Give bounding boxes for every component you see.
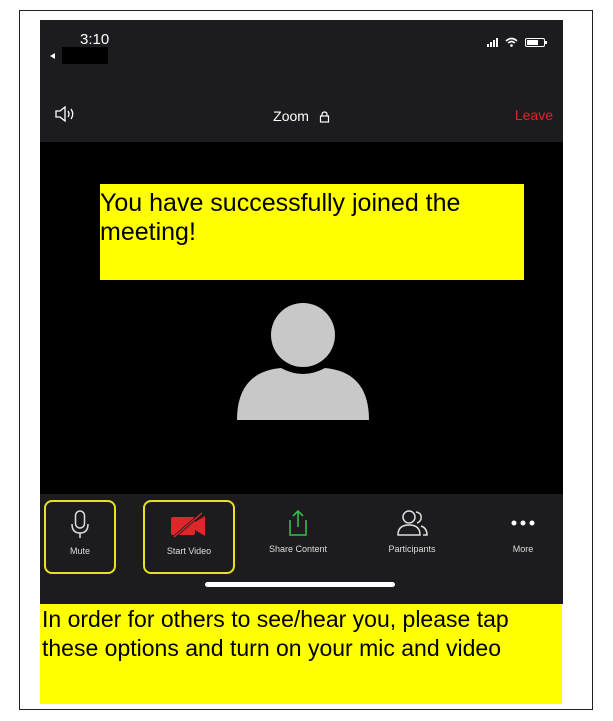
signal-icon <box>487 37 498 47</box>
video-stage: You have successfully joined the meeting… <box>40 142 563 494</box>
microphone-icon <box>71 510 89 538</box>
more-icon <box>511 520 535 526</box>
more-label: More <box>512 544 534 554</box>
more-button[interactable]: More <box>490 500 556 574</box>
share-icon <box>289 509 307 536</box>
mute-button[interactable]: Mute <box>44 500 116 574</box>
instruction-text: In order for others to see/hear you, ple… <box>42 606 509 661</box>
redaction-box <box>62 47 108 64</box>
leave-button[interactable]: Leave <box>515 107 553 123</box>
meeting-toolbar: Mute Start Video Share Content Participa… <box>40 494 563 604</box>
start-video-button[interactable]: Start Video <box>143 500 235 574</box>
status-bar: 3:10 <box>40 20 563 92</box>
battery-icon <box>525 37 547 47</box>
participants-label: Participants <box>388 544 436 554</box>
wifi-icon <box>505 37 518 47</box>
back-arrow-icon[interactable] <box>50 53 55 59</box>
share-content-button[interactable]: Share Content <box>250 500 346 574</box>
instruction-callout: In order for others to see/hear you, ple… <box>40 604 562 704</box>
participants-button[interactable]: Participants <box>366 500 458 574</box>
video-off-icon <box>171 510 205 540</box>
success-notice: You have successfully joined the meeting… <box>100 184 524 280</box>
share-content-label: Share Content <box>268 544 328 554</box>
meeting-header: Zoom Leave <box>40 92 563 142</box>
avatar-placeholder-icon <box>237 303 369 420</box>
status-time: 3:10 <box>80 31 110 48</box>
home-indicator <box>205 582 395 587</box>
mute-label: Mute <box>69 546 90 556</box>
success-notice-text: You have successfully joined the meeting… <box>100 189 461 246</box>
phone-screen: 3:10 Zoom Leave You have successfully jo… <box>40 20 563 604</box>
meeting-title-text: Zoom <box>273 108 309 124</box>
start-video-label: Start Video <box>166 546 212 556</box>
meeting-title: Zoom <box>40 108 563 124</box>
lock-icon <box>319 111 329 123</box>
participants-icon <box>397 510 428 536</box>
status-icons <box>487 37 547 47</box>
